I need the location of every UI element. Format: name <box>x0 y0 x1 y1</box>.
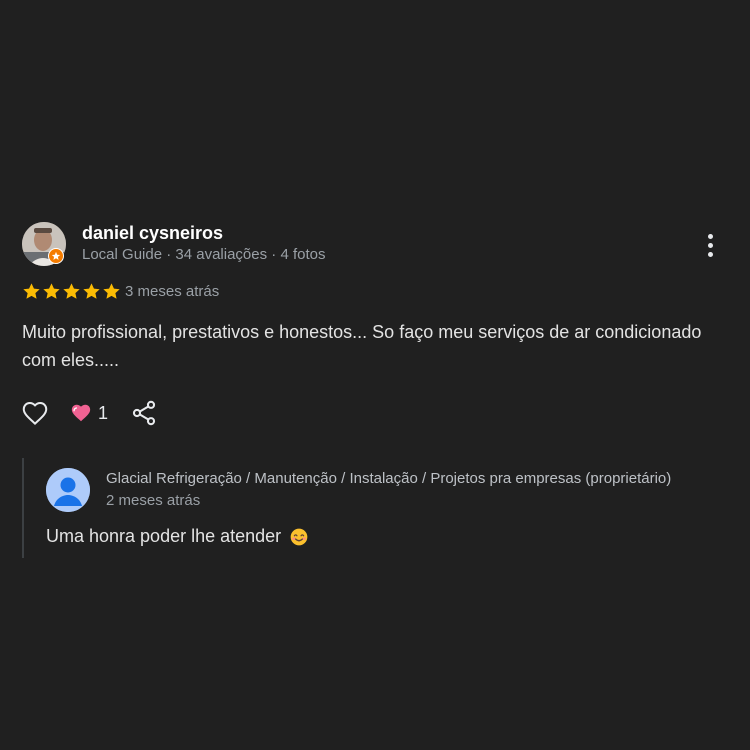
review-text: Muito profissional, prestativos e honest… <box>22 322 702 370</box>
reaction-summary[interactable]: 1 <box>70 402 108 424</box>
owner-reply-time: 2 meses atrás <box>106 492 201 509</box>
heart-outline-icon <box>22 401 48 425</box>
heart-reaction-icon <box>71 404 91 422</box>
owner-reply: Glacial Refrigeração / Manutenção / Inst… <box>22 458 724 558</box>
share-button[interactable] <box>130 398 158 433</box>
owner-reply-text-row: Uma honra poder lhe atender <box>46 526 309 547</box>
star-icon <box>103 283 120 299</box>
review-actions: 1 <box>20 398 220 430</box>
author-meta: Local Guide · 34 avaliações · 4 fotos <box>82 246 326 263</box>
like-button[interactable] <box>20 398 50 433</box>
star-icon <box>63 283 80 299</box>
share-icon <box>132 400 156 426</box>
author-name[interactable]: daniel cysneiros <box>82 223 223 244</box>
star-icon <box>23 283 40 299</box>
owner-reply-text: Uma honra poder lhe atender <box>46 526 282 546</box>
smiling-face-emoji-icon <box>290 528 308 545</box>
star-rating <box>22 282 121 301</box>
review-time: 3 meses atrás <box>125 283 220 300</box>
local-guide-badge-icon <box>48 248 64 264</box>
star-icon <box>83 283 100 299</box>
reaction-count: 1 <box>98 402 109 423</box>
more-vert-icon <box>707 233 713 239</box>
more-options-button[interactable] <box>698 230 722 260</box>
owner-name: Glacial Refrigeração / Manutenção / Inst… <box>106 470 672 487</box>
owner-avatar <box>46 468 90 512</box>
star-icon <box>43 283 60 299</box>
